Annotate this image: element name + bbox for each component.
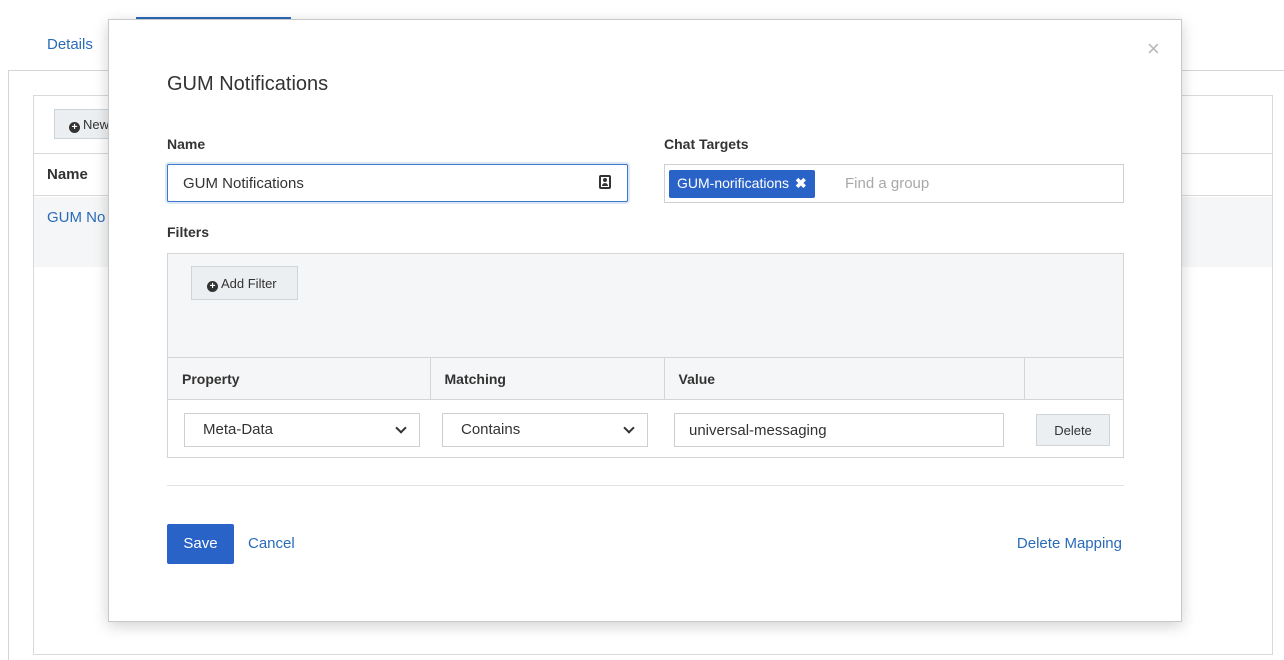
chat-target-tag: GUM-norifications ✖ bbox=[669, 170, 815, 198]
column-header-matching: Matching bbox=[430, 357, 665, 400]
column-header-value: Value bbox=[664, 357, 1025, 400]
chat-targets-input[interactable]: GUM-norifications ✖ Find a group bbox=[664, 164, 1124, 203]
column-header-actions bbox=[1024, 357, 1123, 400]
filters-table: Property Matching Value Meta-Data Contai… bbox=[168, 357, 1123, 457]
remove-tag-icon[interactable]: ✖ bbox=[795, 175, 807, 192]
chat-target-tag-label: GUM-norifications bbox=[677, 175, 790, 191]
property-select[interactable]: Meta-Data bbox=[184, 413, 420, 447]
chevron-down-icon bbox=[395, 422, 407, 434]
chevron-down-icon bbox=[623, 422, 635, 434]
new-button-label: New bbox=[83, 117, 110, 132]
add-filter-button[interactable]: + Add Filter bbox=[191, 266, 298, 300]
matching-select[interactable]: Contains bbox=[442, 413, 648, 447]
plus-circle-icon: + bbox=[207, 281, 218, 292]
save-button[interactable]: Save bbox=[167, 524, 234, 564]
matching-select-value: Contains bbox=[461, 421, 521, 438]
filters-label: Filters bbox=[167, 224, 210, 240]
name-label: Name bbox=[167, 136, 206, 152]
name-input[interactable] bbox=[167, 164, 628, 202]
plus-circle-icon: + bbox=[69, 122, 80, 133]
close-icon[interactable]: × bbox=[1147, 38, 1160, 60]
property-select-value: Meta-Data bbox=[203, 421, 274, 438]
edit-mapping-modal: × GUM Notifications Name Chat Targets GU… bbox=[108, 19, 1182, 622]
contact-card-icon[interactable] bbox=[599, 175, 611, 189]
chat-targets-label: Chat Targets bbox=[664, 136, 749, 152]
modal-title: GUM Notifications bbox=[167, 73, 329, 95]
value-input[interactable] bbox=[674, 413, 1004, 447]
delete-filter-button[interactable]: Delete bbox=[1036, 414, 1110, 446]
delete-mapping-link[interactable]: Delete Mapping bbox=[1017, 535, 1122, 552]
mapping-row-link[interactable]: GUM No bbox=[47, 209, 105, 226]
table-row: Meta-Data Contains Delete bbox=[168, 399, 1123, 457]
add-filter-label: Add Filter bbox=[221, 276, 277, 291]
cancel-link[interactable]: Cancel bbox=[248, 535, 295, 552]
footer-divider bbox=[167, 485, 1124, 486]
find-group-placeholder[interactable]: Find a group bbox=[845, 175, 929, 192]
tab-details[interactable]: Details bbox=[47, 36, 93, 53]
column-header-property: Property bbox=[168, 357, 431, 400]
filters-panel: + Add Filter Property Matching Value Meta… bbox=[167, 253, 1124, 458]
